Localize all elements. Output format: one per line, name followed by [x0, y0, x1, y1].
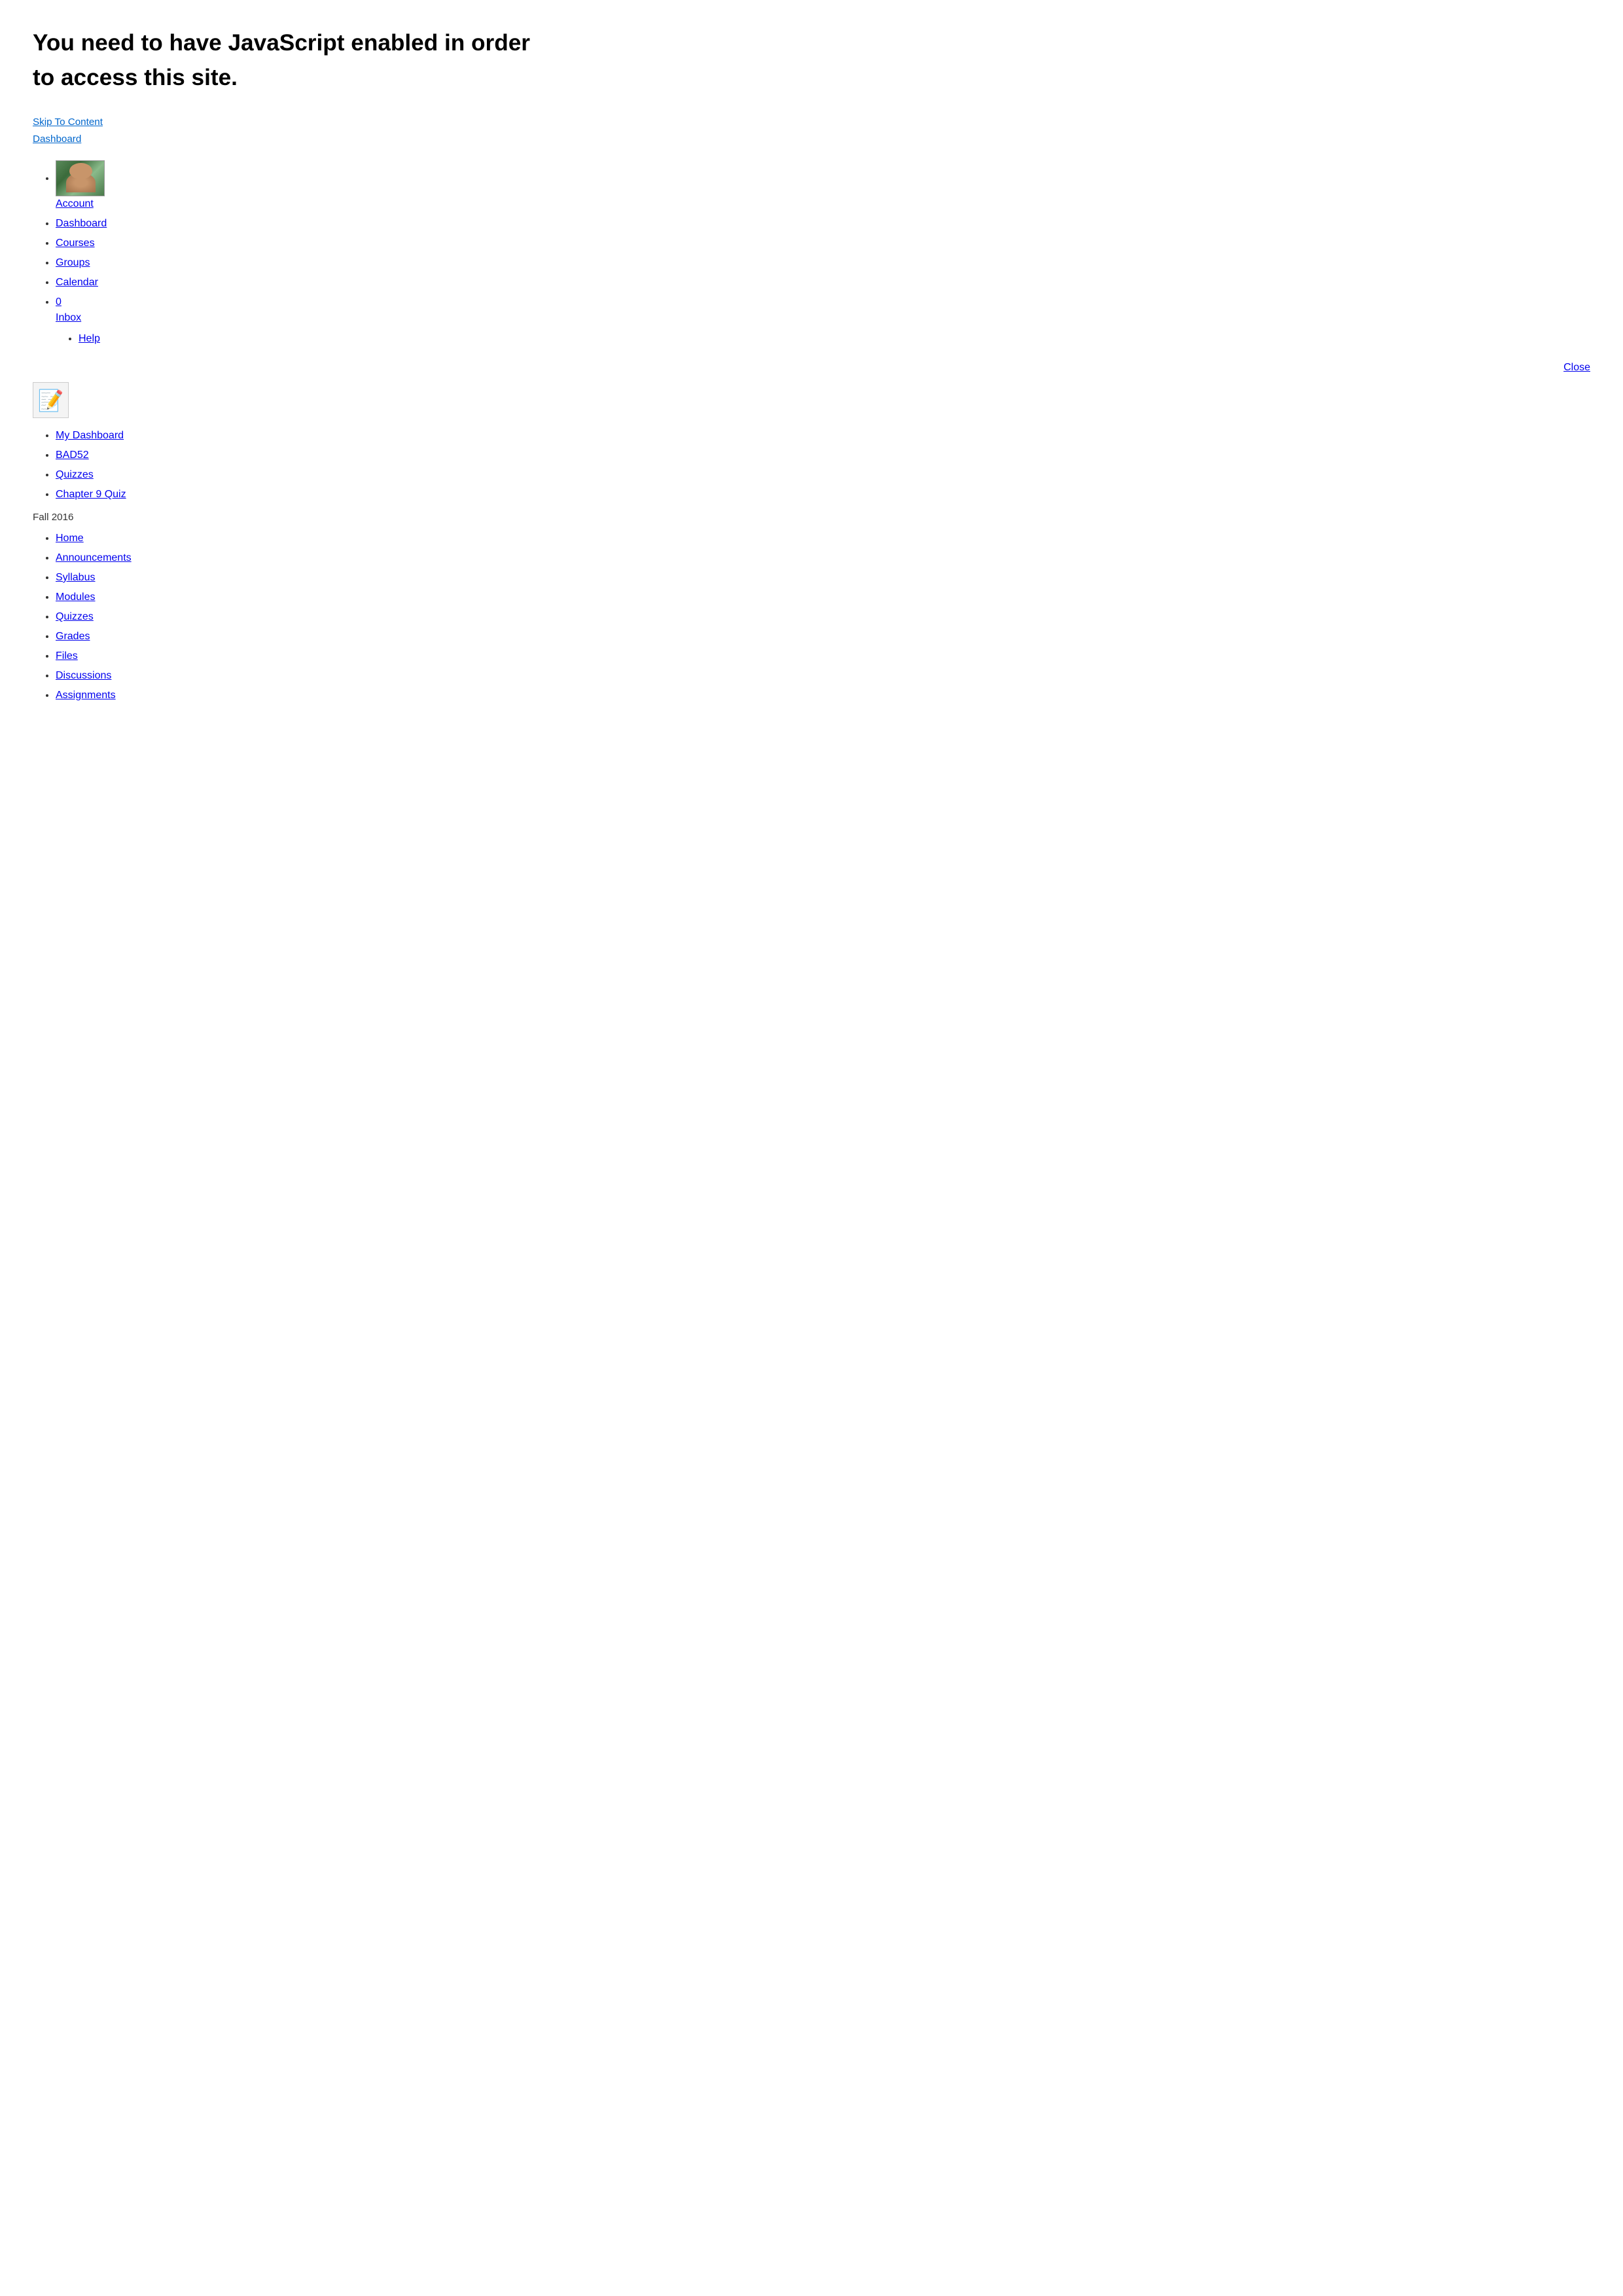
breadcrumb: My Dashboard BAD52 Quizzes Chapter 9 Qui… [33, 428, 1590, 503]
nav-inbox-count-link[interactable]: 0 [56, 296, 62, 308]
breadcrumb-item-chapter9quiz[interactable]: Chapter 9 Quiz [56, 487, 1590, 503]
nav-grades-link[interactable]: Grades [56, 631, 90, 642]
nav-quizzes-item[interactable]: Quizzes [56, 609, 1590, 625]
breadcrumb-list: My Dashboard BAD52 Quizzes Chapter 9 Qui… [33, 428, 1590, 503]
nav-courses-link[interactable]: Courses [56, 238, 95, 249]
nav-help-link[interactable]: Help [79, 333, 100, 344]
breadcrumb-quizzes-link[interactable]: Quizzes [56, 469, 94, 480]
avatar-section: Account Dashboard Courses Groups Calenda… [33, 160, 1590, 347]
semester-label: Fall 2016 [33, 510, 1590, 525]
help-sublist: Help [56, 331, 1590, 347]
nav-inbox-item[interactable]: 0 Inbox Help [56, 294, 1590, 347]
nav-courses-item[interactable]: Courses [56, 236, 1590, 251]
skip-to-content-link[interactable]: Skip To Content [33, 115, 1590, 130]
nav-grades-item[interactable]: Grades [56, 629, 1590, 645]
nav-modules-link[interactable]: Modules [56, 592, 95, 603]
breadcrumb-item-quizzes[interactable]: Quizzes [56, 467, 1590, 483]
nav-modules-item[interactable]: Modules [56, 590, 1590, 605]
nav-calendar-link[interactable]: Calendar [56, 277, 98, 288]
avatar-image [56, 160, 105, 196]
nav-announcements-item[interactable]: Announcements [56, 550, 1590, 566]
nav-assignments-link[interactable]: Assignments [56, 690, 116, 701]
avatar-list-item[interactable]: Account [56, 160, 1590, 212]
nav-calendar-item[interactable]: Calendar [56, 275, 1590, 291]
nav-dashboard-item[interactable]: Dashboard [56, 216, 1590, 232]
nav-syllabus-link[interactable]: Syllabus [56, 572, 95, 583]
nav-groups-link[interactable]: Groups [56, 257, 90, 268]
js-warning-heading: You need to have JavaScript enabled in o… [33, 26, 556, 96]
nav-dashboard-link[interactable]: Dashboard [56, 218, 107, 229]
nav-home-item[interactable]: Home [56, 531, 1590, 546]
top-nav-list: Account Dashboard Courses Groups Calenda… [33, 160, 1590, 347]
breadcrumb-dashboard-link[interactable]: My Dashboard [56, 430, 124, 441]
dashboard-top-link[interactable]: Dashboard [33, 132, 1590, 147]
top-links-section: Skip To Content Dashboard [33, 115, 1590, 148]
nav-groups-item[interactable]: Groups [56, 255, 1590, 271]
avatar-link[interactable] [56, 173, 105, 184]
course-icon: 📝 [33, 382, 69, 418]
close-button[interactable]: Close [1563, 362, 1590, 374]
nav-discussions-item[interactable]: Discussions [56, 668, 1590, 684]
nav-announcements-link[interactable]: Announcements [56, 552, 132, 563]
breadcrumb-item-bad52[interactable]: BAD52 [56, 448, 1590, 463]
nav-syllabus-item[interactable]: Syllabus [56, 570, 1590, 586]
breadcrumb-chapter9quiz-link[interactable]: Chapter 9 Quiz [56, 489, 126, 500]
nav-help-item[interactable]: Help [79, 331, 1590, 347]
course-icon-image: 📝 [38, 385, 64, 416]
course-nav-section: Home Announcements Syllabus Modules Quiz… [33, 531, 1590, 703]
course-nav-list: Home Announcements Syllabus Modules Quiz… [33, 531, 1590, 703]
breadcrumb-bad52-link[interactable]: BAD52 [56, 450, 89, 461]
nav-discussions-link[interactable]: Discussions [56, 670, 111, 681]
account-link[interactable]: Account [56, 198, 94, 209]
nav-home-link[interactable]: Home [56, 533, 84, 544]
nav-assignments-item[interactable]: Assignments [56, 688, 1590, 703]
nav-inbox-link[interactable]: Inbox [56, 312, 81, 323]
nav-files-item[interactable]: Files [56, 648, 1590, 664]
close-button-area: Close [33, 360, 1590, 376]
breadcrumb-item-dashboard[interactable]: My Dashboard [56, 428, 1590, 444]
nav-quizzes-link[interactable]: Quizzes [56, 611, 94, 622]
nav-files-link[interactable]: Files [56, 650, 78, 662]
